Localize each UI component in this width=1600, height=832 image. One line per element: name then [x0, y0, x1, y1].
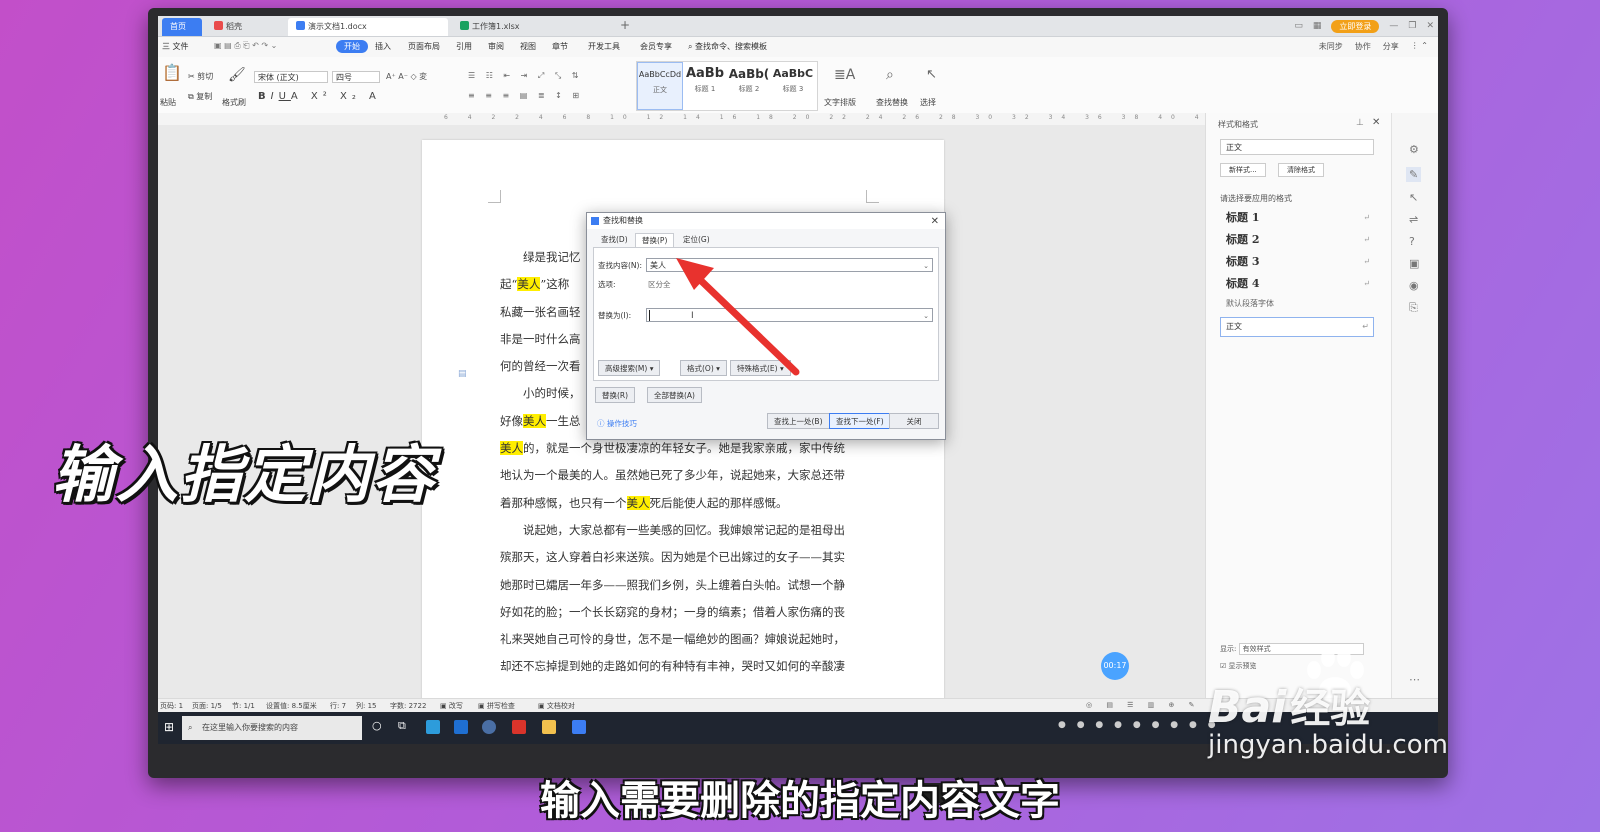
baidu-watermark: Bai 经验 jingyan.baidu.com [1208, 676, 1448, 760]
watermark-brand: 经验 [1290, 686, 1371, 732]
watermark-url: jingyan.baidu.com [1208, 730, 1448, 760]
watermark-logo: Bai 经验 [1208, 676, 1448, 734]
video-subtitle: 输入需要删除的指定内容文字 [540, 778, 1060, 824]
big-caption: 输入指定内容 [52, 438, 437, 511]
watermark-logo-text: Bai [1208, 682, 1287, 733]
